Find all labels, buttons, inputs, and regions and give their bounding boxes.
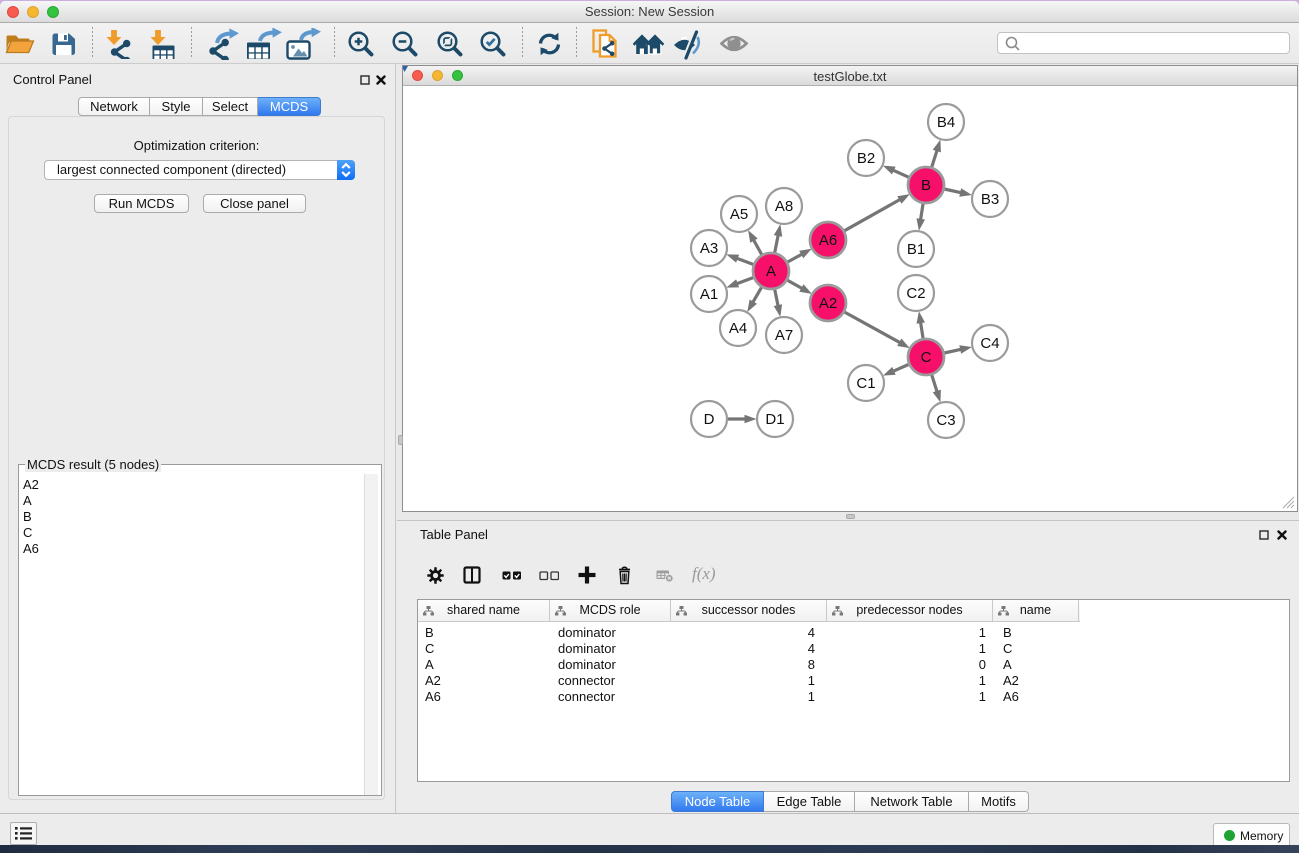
svg-text:B4: B4 bbox=[937, 114, 955, 131]
svg-text:B2: B2 bbox=[857, 150, 875, 167]
svg-text:A2: A2 bbox=[819, 295, 837, 312]
svg-text:B1: B1 bbox=[907, 241, 925, 258]
svg-text:A: A bbox=[766, 263, 776, 280]
svg-text:C4: C4 bbox=[980, 335, 999, 352]
svg-text:A8: A8 bbox=[775, 198, 793, 215]
svg-text:C3: C3 bbox=[936, 412, 955, 429]
svg-text:D1: D1 bbox=[765, 411, 784, 428]
svg-text:A1: A1 bbox=[700, 286, 718, 303]
svg-text:B: B bbox=[921, 177, 931, 194]
svg-text:C: C bbox=[921, 349, 932, 366]
svg-text:C1: C1 bbox=[856, 375, 875, 392]
svg-text:C2: C2 bbox=[906, 285, 925, 302]
svg-text:A3: A3 bbox=[700, 240, 718, 257]
svg-text:B3: B3 bbox=[981, 191, 999, 208]
svg-text:A6: A6 bbox=[819, 232, 837, 249]
svg-text:A5: A5 bbox=[730, 206, 748, 223]
svg-text:A4: A4 bbox=[729, 320, 747, 337]
svg-text:D: D bbox=[704, 411, 715, 428]
svg-text:A7: A7 bbox=[775, 327, 793, 344]
